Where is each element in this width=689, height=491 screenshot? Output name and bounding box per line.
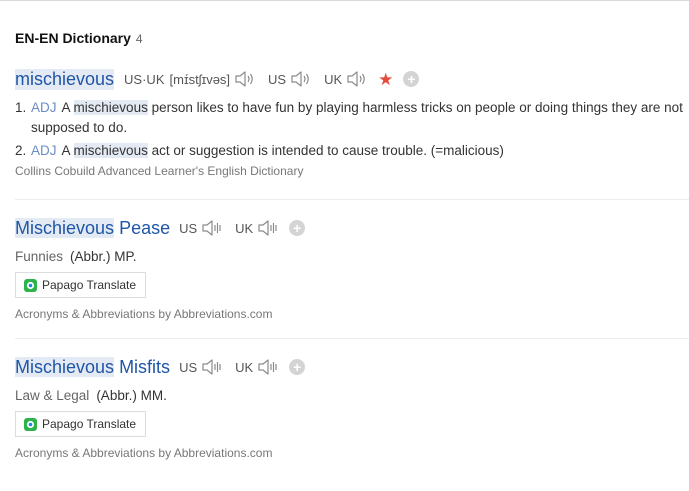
headword-rest: Pease bbox=[119, 217, 171, 238]
category-row: Law & Legal (Abbr.) MM. bbox=[15, 388, 689, 403]
headword-highlight: Mischievous bbox=[15, 217, 115, 238]
definition-item: 1. ADJ A mischievous person likes to have… bbox=[15, 98, 687, 138]
speaker-icon[interactable] bbox=[257, 358, 279, 376]
category-row: Funnies (Abbr.) MP. bbox=[15, 249, 689, 264]
section-divider bbox=[15, 199, 689, 200]
definition-highlight: mischievous bbox=[73, 100, 148, 115]
papago-translate-label: Papago Translate bbox=[42, 417, 137, 431]
entry-mischievous-misfits: Mischievous Misfits US UK + Law & Legal … bbox=[15, 354, 689, 460]
papago-icon bbox=[24, 278, 37, 292]
definition-item: 2. ADJ A mischievous act or suggestion is… bbox=[15, 141, 687, 161]
headword-link[interactable]: Mischievous Misfits bbox=[15, 356, 171, 378]
dictionary-source: Collins Cobuild Advanced Learner's Engli… bbox=[15, 164, 304, 178]
headword-row: mischievous US·UK [mɪ́stʃɪvəs] US UK ★ + bbox=[15, 66, 689, 92]
entry-mischievous: mischievous US·UK [mɪ́stʃɪvəs] US UK ★ +… bbox=[15, 66, 689, 178]
definition-number: 1. bbox=[15, 100, 27, 115]
section-divider bbox=[15, 338, 689, 339]
part-of-speech: ADJ bbox=[31, 143, 57, 158]
headword-highlight: Mischievous bbox=[15, 356, 115, 377]
dictionary-source: Acronyms & Abbreviations by Abbreviation… bbox=[15, 446, 273, 460]
speaker-icon[interactable] bbox=[257, 219, 279, 237]
accent-us-label: US bbox=[268, 71, 287, 87]
headword-link[interactable]: mischievous bbox=[15, 68, 115, 90]
result-count: 4 bbox=[135, 32, 143, 46]
abbreviation-text: (Abbr.) MM. bbox=[96, 388, 167, 403]
papago-translate-label: Papago Translate bbox=[42, 278, 137, 292]
definition-text-pre: A bbox=[61, 100, 70, 115]
papago-translate-button[interactable]: Papago Translate bbox=[15, 272, 147, 298]
star-icon[interactable]: ★ bbox=[378, 71, 393, 88]
category-label: Law & Legal bbox=[15, 388, 90, 403]
definition-text-pre: A bbox=[61, 143, 70, 158]
definition-highlight: mischievous bbox=[73, 143, 148, 158]
phonetic-transcription: [mɪ́stʃɪvəs] bbox=[169, 71, 231, 87]
speaker-icon[interactable] bbox=[290, 70, 312, 88]
definition-text: act or suggestion is intended to cause t… bbox=[151, 143, 504, 158]
entry-mischievous-pease: Mischievous Pease US UK + Funnies (Abbr.… bbox=[15, 215, 689, 321]
speaker-icon[interactable] bbox=[346, 70, 368, 88]
add-wordbook-icon[interactable]: + bbox=[289, 220, 306, 236]
pronunciation-label: US·UK bbox=[124, 71, 165, 87]
papago-icon bbox=[24, 417, 37, 431]
abbreviation-text: (Abbr.) MP. bbox=[70, 249, 137, 264]
definition-number: 2. bbox=[15, 143, 27, 158]
accent-uk-label: UK bbox=[324, 71, 343, 87]
accent-uk-label: UK bbox=[235, 220, 254, 236]
headword-link[interactable]: Mischievous Pease bbox=[15, 217, 171, 239]
headword-row: Mischievous Pease US UK + bbox=[15, 215, 689, 241]
category-label: Funnies bbox=[15, 249, 64, 264]
speaker-icon[interactable] bbox=[201, 358, 223, 376]
add-wordbook-icon[interactable]: + bbox=[403, 71, 420, 87]
top-border bbox=[0, 0, 689, 1]
accent-us-label: US bbox=[179, 359, 198, 375]
dictionary-source: Acronyms & Abbreviations by Abbreviation… bbox=[15, 307, 273, 321]
part-of-speech: ADJ bbox=[31, 100, 57, 115]
headword-row: Mischievous Misfits US UK + bbox=[15, 354, 689, 380]
headword-rest: Misfits bbox=[119, 356, 171, 377]
dictionary-header: EN-EN Dictionary 4 bbox=[15, 30, 143, 48]
speaker-icon[interactable] bbox=[201, 219, 223, 237]
accent-us-label: US bbox=[179, 220, 198, 236]
add-wordbook-icon[interactable]: + bbox=[289, 359, 306, 375]
papago-translate-button[interactable]: Papago Translate bbox=[15, 411, 147, 437]
definition-list: 1. ADJ A mischievous person likes to have… bbox=[15, 98, 689, 161]
dictionary-title: EN-EN Dictionary bbox=[15, 30, 131, 46]
accent-uk-label: UK bbox=[235, 359, 254, 375]
speaker-icon[interactable] bbox=[234, 70, 256, 88]
